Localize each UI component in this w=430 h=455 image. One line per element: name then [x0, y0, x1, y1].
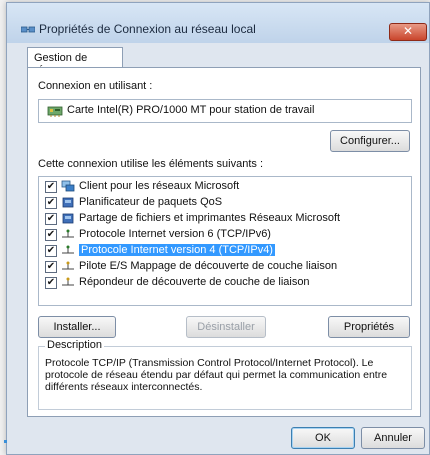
list-item-file-sharing[interactable]: ✔ Partage de fichiers et imprimantes Rés…	[39, 211, 411, 227]
list-item-lltd-responder[interactable]: ✔ Répondeur de découverte de couche de l…	[39, 275, 411, 291]
list-item-label: Planificateur de paquets QoS	[79, 196, 223, 208]
properties-button[interactable]: Propriétés	[328, 316, 410, 338]
list-item-label: Protocole Internet version 6 (TCP/IPv6)	[79, 228, 271, 240]
ok-button[interactable]: OK	[291, 427, 355, 449]
configure-button[interactable]: Configurer...	[330, 130, 410, 152]
list-item-ipv6[interactable]: ✔ Protocole Internet version 6 (TCP/IPv6…	[39, 227, 411, 243]
items-label: Cette connexion utilise les éléments sui…	[38, 158, 264, 170]
list-item-label: Pilote E/S Mappage de découverte de couc…	[79, 260, 338, 272]
install-button[interactable]: Installer...	[38, 316, 116, 338]
components-list[interactable]: ✔ Client pour les réseaux Microsoft ✔ Pl…	[38, 176, 412, 306]
description-group: Description Protocole TCP/IP (Transmissi…	[38, 339, 412, 410]
adapter-field: Carte Intel(R) PRO/1000 MT pour station …	[38, 99, 412, 123]
list-item-label: Client pour les réseaux Microsoft	[79, 180, 240, 192]
list-item-qos[interactable]: ✔ Planificateur de paquets QoS	[39, 195, 411, 211]
uninstall-button-label: Désinstaller	[197, 321, 255, 333]
ok-button-label: OK	[315, 432, 331, 444]
window-title: Propriétés de Connexion au réseau local	[39, 22, 256, 36]
install-button-label: Installer...	[53, 321, 101, 333]
network-adapter-icon	[47, 106, 63, 117]
protocol-icon	[62, 229, 74, 238]
close-button[interactable]: ✕	[389, 23, 427, 41]
checkbox[interactable]: ✔	[45, 245, 57, 257]
checkbox[interactable]: ✔	[45, 277, 57, 289]
tab-panel: Connexion en utilisant : Carte Intel(R) …	[27, 67, 421, 417]
description-title: Description	[45, 339, 105, 351]
list-item-client[interactable]: ✔ Client pour les réseaux Microsoft	[39, 179, 411, 195]
properties-button-label: Propriétés	[343, 321, 395, 333]
network-connection-icon	[21, 26, 35, 33]
list-item-ipv4[interactable]: ✔ Protocole Internet version 4 (TCP/IPv4…	[39, 243, 411, 259]
network-client-icon	[61, 180, 75, 192]
protocol-icon	[62, 245, 74, 254]
list-item-label: Protocole Internet version 4 (TCP/IPv4)	[79, 244, 275, 256]
list-item-label: Répondeur de découverte de couche de lia…	[79, 276, 310, 288]
checkbox[interactable]: ✔	[45, 213, 57, 225]
cancel-button-label: Annuler	[374, 432, 412, 444]
uninstall-button[interactable]: Désinstaller	[186, 316, 266, 338]
configure-button-label: Configurer...	[340, 135, 400, 147]
list-item-label: Partage de fichiers et imprimantes Résea…	[79, 212, 341, 224]
service-icon	[62, 197, 74, 208]
connect-using-label: Connexion en utilisant :	[38, 80, 153, 92]
checkbox[interactable]: ✔	[45, 197, 57, 209]
title-bar[interactable]: Propriétés de Connexion au réseau local …	[7, 3, 429, 43]
cancel-button[interactable]: Annuler	[361, 427, 425, 449]
protocol-icon	[62, 261, 74, 270]
service-icon	[62, 213, 74, 224]
checkbox[interactable]: ✔	[45, 261, 57, 273]
list-item-lltd-mapper[interactable]: ✔ Pilote E/S Mappage de découverte de co…	[39, 259, 411, 275]
checkbox[interactable]: ✔	[45, 181, 57, 193]
description-text: Protocole TCP/IP (Transmission Control P…	[45, 357, 388, 393]
adapter-name: Carte Intel(R) PRO/1000 MT pour station …	[67, 104, 315, 116]
checkbox[interactable]: ✔	[45, 229, 57, 241]
close-icon: ✕	[402, 24, 414, 38]
tab-networking[interactable]: Gestion de réseau	[27, 47, 123, 76]
protocol-icon	[62, 277, 74, 286]
decorative-dot	[4, 440, 7, 443]
properties-dialog: Propriétés de Connexion au réseau local …	[6, 2, 430, 455]
